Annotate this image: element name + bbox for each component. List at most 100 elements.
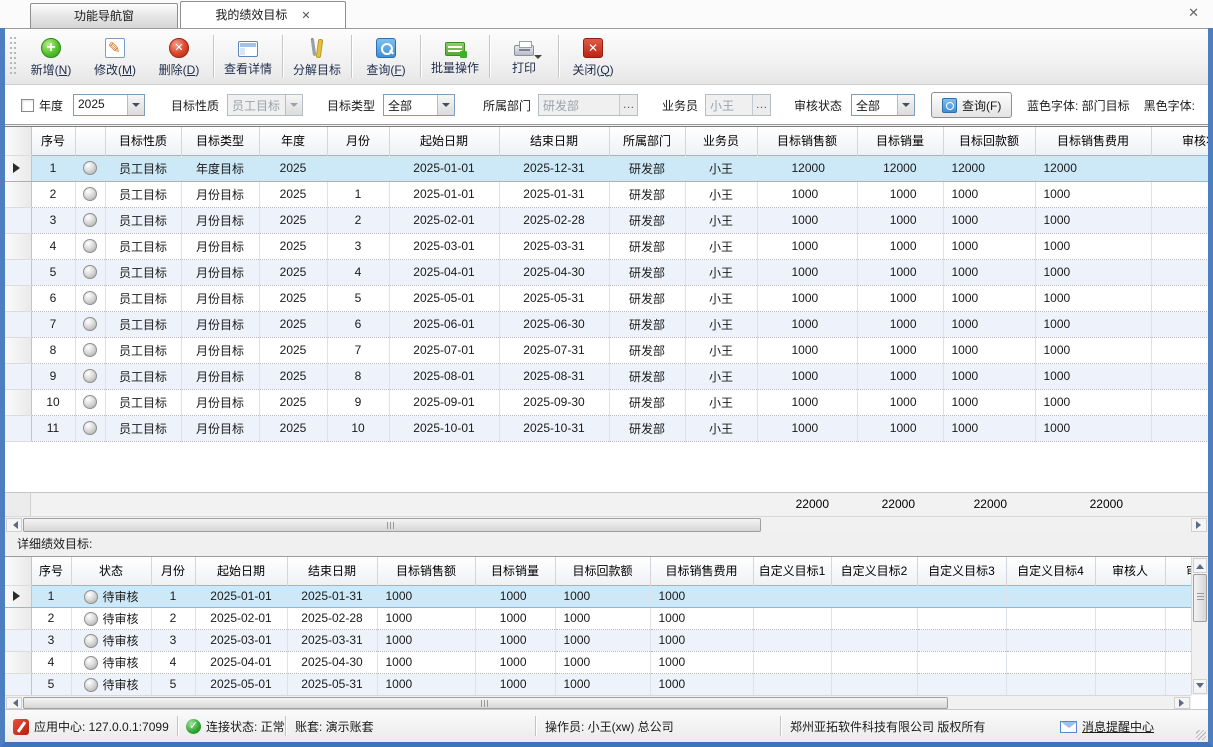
- column-header-目标销量[interactable]: 目标销量: [475, 557, 555, 585]
- table-cell[interactable]: 月份目标: [181, 311, 259, 337]
- table-cell[interactable]: [1151, 363, 1208, 389]
- column-header-自定义目标1[interactable]: 自定义目标1: [753, 557, 831, 585]
- table-cell[interactable]: 2025-08-31: [499, 363, 609, 389]
- table-row[interactable]: 5待审核52025-05-012025-05-31100010001000100…: [5, 673, 1191, 695]
- table-cell[interactable]: 7: [31, 311, 75, 337]
- table-cell[interactable]: 1000: [943, 415, 1035, 441]
- table-cell[interactable]: [1151, 259, 1208, 285]
- table-cell[interactable]: 1: [327, 181, 389, 207]
- table-cell[interactable]: 月份目标: [181, 207, 259, 233]
- column-header-月份[interactable]: 月份: [151, 557, 195, 585]
- delete-button[interactable]: 删除(D): [147, 29, 211, 84]
- table-cell[interactable]: 1000: [1035, 233, 1151, 259]
- table-cell[interactable]: 2025-01-31: [287, 585, 377, 607]
- table-cell[interactable]: 1000: [757, 207, 857, 233]
- table-cell[interactable]: [1165, 673, 1191, 695]
- table-row[interactable]: 3待审核32025-03-012025-03-31100010001000100…: [5, 629, 1191, 651]
- row-header[interactable]: [5, 363, 31, 389]
- table-row[interactable]: 10员工目标月份目标202592025-09-012025-09-30研发部小王…: [5, 389, 1208, 415]
- table-cell[interactable]: [1151, 415, 1208, 441]
- scroll-down-icon[interactable]: [1193, 679, 1207, 694]
- table-row[interactable]: 9员工目标月份目标202582025-08-012025-08-31研发部小王1…: [5, 363, 1208, 389]
- column-header-自定义目标4[interactable]: 自定义目标4: [1006, 557, 1095, 585]
- tab-function-nav[interactable]: 功能导航窗: [30, 3, 178, 28]
- query-button[interactable]: 查询(F): [354, 29, 418, 84]
- column-header-序号[interactable]: 序号: [31, 127, 75, 155]
- column-header-结束日期[interactable]: 结束日期: [287, 557, 377, 585]
- table-cell[interactable]: 年度目标: [181, 155, 259, 181]
- dept-picker-button[interactable]: …: [619, 95, 637, 115]
- table-cell[interactable]: 待审核: [71, 607, 151, 629]
- scrollbar-thumb[interactable]: [1193, 574, 1207, 622]
- table-cell[interactable]: 2025-10-01: [389, 415, 499, 441]
- table-cell[interactable]: 1000: [650, 585, 753, 607]
- column-header-审核人[interactable]: 审核人: [1095, 557, 1165, 585]
- table-cell[interactable]: [1165, 629, 1191, 651]
- table-cell[interactable]: 1000: [555, 607, 650, 629]
- table-cell[interactable]: 2025-04-30: [499, 259, 609, 285]
- table-cell[interactable]: 1000: [555, 673, 650, 695]
- table-cell[interactable]: [75, 207, 105, 233]
- message-center-link[interactable]: 消息提醒中心: [1082, 718, 1154, 735]
- table-cell[interactable]: 1000: [1035, 311, 1151, 337]
- table-cell[interactable]: [75, 337, 105, 363]
- table-cell[interactable]: 员工目标: [105, 155, 181, 181]
- table-cell[interactable]: 2025-09-01: [389, 389, 499, 415]
- column-header-目标销售额[interactable]: 目标销售额: [377, 557, 475, 585]
- table-cell[interactable]: 员工目标: [105, 363, 181, 389]
- row-header[interactable]: [5, 259, 31, 285]
- table-cell[interactable]: 9: [31, 363, 75, 389]
- table-cell[interactable]: 小王: [685, 337, 757, 363]
- column-header-序号[interactable]: 序号: [31, 557, 71, 585]
- table-cell[interactable]: 2025: [259, 259, 327, 285]
- table-cell[interactable]: 小王: [685, 311, 757, 337]
- table-cell[interactable]: 月份目标: [181, 285, 259, 311]
- table-cell[interactable]: 2: [151, 607, 195, 629]
- table-cell[interactable]: 4: [151, 651, 195, 673]
- table-cell[interactable]: 1000: [757, 259, 857, 285]
- table-cell[interactable]: 2025: [259, 415, 327, 441]
- table-cell[interactable]: 6: [31, 285, 75, 311]
- table-cell[interactable]: 3: [151, 629, 195, 651]
- column-header-所属部门[interactable]: 所属部门: [609, 127, 685, 155]
- table-cell[interactable]: 1000: [943, 259, 1035, 285]
- print-button[interactable]: 打印: [492, 29, 556, 84]
- search-button[interactable]: 查询(F): [931, 92, 1012, 118]
- column-header-年度[interactable]: 年度: [259, 127, 327, 155]
- table-row[interactable]: 8员工目标月份目标202572025-07-012025-07-31研发部小王1…: [5, 337, 1208, 363]
- table-cell[interactable]: [1095, 607, 1165, 629]
- tab-performance-goals[interactable]: 我的绩效目标✕: [180, 1, 346, 28]
- toolbar-grip[interactable]: [9, 37, 17, 76]
- table-cell[interactable]: 2025-12-31: [499, 155, 609, 181]
- table-cell[interactable]: 1000: [650, 651, 753, 673]
- table-cell[interactable]: 1000: [650, 673, 753, 695]
- table-row[interactable]: 6员工目标月份目标202552025-05-012025-05-31研发部小王1…: [5, 285, 1208, 311]
- table-cell[interactable]: 员工目标: [105, 181, 181, 207]
- table-cell[interactable]: 1000: [377, 607, 475, 629]
- column-header-blank[interactable]: [5, 127, 31, 155]
- table-cell[interactable]: 2025: [259, 389, 327, 415]
- table-cell[interactable]: 小王: [685, 181, 757, 207]
- table-cell[interactable]: 1000: [377, 585, 475, 607]
- table-cell[interactable]: 待审核: [71, 651, 151, 673]
- table-cell[interactable]: 员工目标: [105, 285, 181, 311]
- table-cell[interactable]: [1095, 585, 1165, 607]
- table-cell[interactable]: 待审核: [71, 673, 151, 695]
- resize-grip[interactable]: [1196, 730, 1206, 740]
- table-cell[interactable]: 1000: [943, 311, 1035, 337]
- table-cell[interactable]: 2: [327, 207, 389, 233]
- table-cell[interactable]: 12000: [943, 155, 1035, 181]
- table-cell[interactable]: 4: [31, 233, 75, 259]
- table-cell[interactable]: 1000: [943, 363, 1035, 389]
- year-select[interactable]: 2025: [73, 94, 145, 116]
- table-cell[interactable]: 1000: [943, 181, 1035, 207]
- table-cell[interactable]: 1: [31, 155, 75, 181]
- table-cell[interactable]: [753, 585, 831, 607]
- table-cell[interactable]: 2025-01-31: [499, 181, 609, 207]
- table-cell[interactable]: [917, 629, 1006, 651]
- table-cell[interactable]: 2025-02-28: [499, 207, 609, 233]
- row-header[interactable]: [5, 285, 31, 311]
- table-cell[interactable]: 员工目标: [105, 207, 181, 233]
- table-cell[interactable]: 4: [31, 651, 71, 673]
- table-cell[interactable]: [1006, 629, 1095, 651]
